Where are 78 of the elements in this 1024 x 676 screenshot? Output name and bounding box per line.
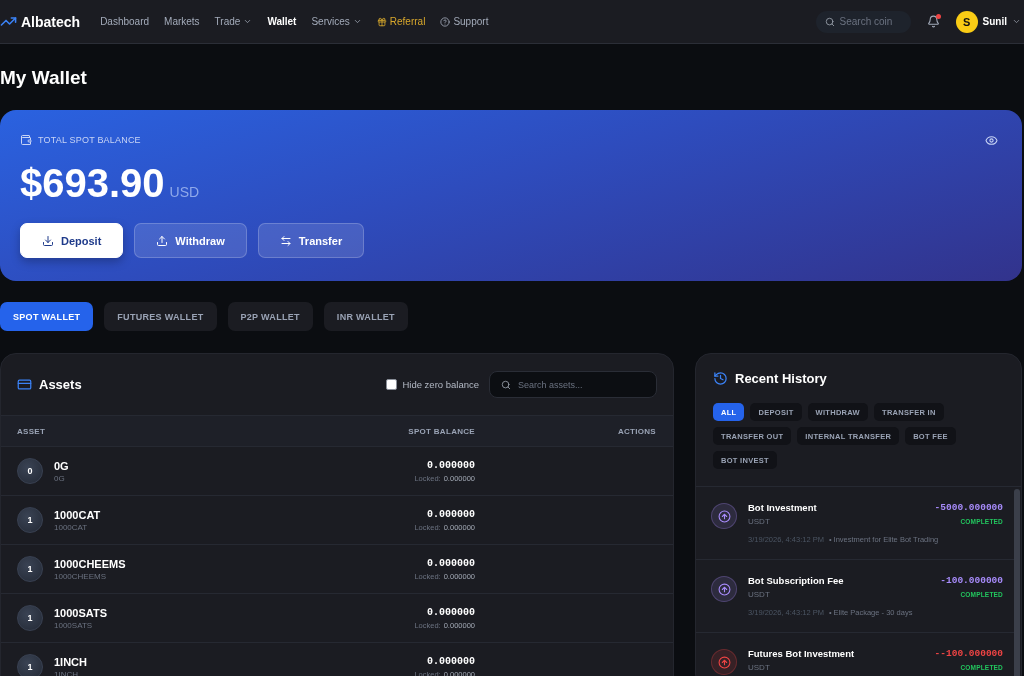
card-icon (17, 377, 32, 392)
coin-avatar: 0 (17, 458, 43, 484)
wallet-tab[interactable]: SPOT WALLET (0, 302, 94, 331)
spot-balance: 0.000000 (427, 556, 475, 571)
search-icon (824, 16, 835, 27)
transaction-asset: USDT (748, 662, 770, 674)
spot-balance: 0.000000 (427, 507, 475, 522)
download-icon (42, 234, 54, 247)
asset-name: 1INCH (54, 668, 78, 676)
wallet-icon (20, 134, 32, 146)
chevron-down-icon (352, 17, 362, 26)
coin-avatar: 1 (17, 605, 43, 631)
chevron-down-icon (243, 17, 253, 26)
chevron-down-icon[interactable] (1012, 17, 1021, 26)
user-name[interactable]: Sunil (982, 16, 1007, 27)
checkbox[interactable] (386, 379, 398, 390)
brand-name[interactable]: Albatech (21, 13, 81, 30)
coin-avatar: 1 (17, 654, 43, 676)
asset-name: 1000CAT (54, 521, 88, 533)
upload-icon (156, 234, 169, 247)
spot-balance: 0.000000 (427, 654, 475, 669)
wallet-tab[interactable]: INR WALLET (323, 302, 408, 331)
column-header: ASSET (17, 426, 46, 436)
checkbox-label[interactable]: Hide zero balance (402, 379, 479, 390)
asset-symbol: 1000CHEEMS (54, 556, 126, 571)
transaction-title: Bot Subscription Fee (748, 574, 844, 588)
asset-name: 0G (54, 472, 65, 484)
nav-link[interactable]: Referral (376, 16, 426, 27)
arrow-up-circle-icon (711, 649, 737, 675)
page-title: My Wallet (0, 66, 88, 90)
withdraw-button[interactable]: Withdraw (134, 223, 247, 258)
asset-name: 1000SATS (54, 619, 93, 631)
nav-menu-link[interactable]: Services (311, 16, 362, 27)
eye-icon[interactable] (985, 133, 998, 147)
column-header: ACTIONS (617, 426, 656, 436)
asset-name: 1000CHEEMS (54, 570, 107, 582)
wallet-tab[interactable]: FUTURES WALLET (104, 302, 217, 331)
panel-title: Recent History (735, 371, 827, 386)
transaction-amount: --100.000000 (934, 647, 1003, 661)
transaction-title: Bot Investment (748, 501, 817, 515)
transfer-button[interactable]: Transfer (257, 223, 365, 258)
balance-amount: $693.90 (20, 160, 165, 207)
balance-label: TOTAL SPOT BALANCE (38, 135, 141, 145)
gift-icon (376, 16, 387, 27)
currency-label: USD (169, 184, 200, 200)
help-icon (440, 16, 451, 27)
nav-menu-link[interactable]: Trade (214, 16, 253, 27)
asset-symbol: 1INCH (54, 654, 87, 669)
bell-icon[interactable] (926, 15, 940, 28)
transaction-asset: USDT (748, 589, 770, 601)
coin-avatar: 1 (17, 507, 43, 533)
transaction-title: Futures Bot Investment (748, 647, 855, 661)
nav-link[interactable]: Dashboard (100, 16, 150, 27)
arrow-up-circle-icon (711, 576, 737, 602)
search-icon (501, 379, 511, 390)
column-header: SPOT BALANCE (408, 426, 475, 436)
deposit-button[interactable]: Deposit (20, 223, 124, 258)
asset-symbol: 0G (54, 458, 69, 473)
coin-avatar: 1 (17, 556, 43, 582)
history-icon (713, 371, 728, 386)
asset-symbol: 1000CAT (54, 507, 101, 522)
wallet-tab[interactable]: P2P WALLET (227, 302, 313, 331)
transaction-asset: USDT (748, 516, 770, 528)
spot-balance: 0.000000 (427, 605, 475, 620)
swap-arrows-icon (279, 234, 292, 247)
scrollbar[interactable] (1014, 489, 1020, 676)
user-avatar[interactable]: S (955, 10, 978, 33)
transaction-amount: -5000.000000 (934, 501, 1003, 515)
nav-link[interactable]: Markets (164, 16, 200, 27)
nav-link[interactable]: Wallet (267, 16, 297, 27)
arrow-up-circle-icon (711, 503, 737, 529)
asset-symbol: 1000SATS (54, 605, 107, 620)
spot-balance: 0.000000 (427, 458, 475, 473)
transaction-amount: -100.000000 (940, 574, 1003, 588)
asset-search-field[interactable]: Search assets... (489, 371, 657, 398)
nav-link[interactable]: Support (440, 16, 489, 27)
panel-title: Assets (39, 377, 82, 392)
coin-search-field[interactable]: Search coin (815, 10, 911, 33)
